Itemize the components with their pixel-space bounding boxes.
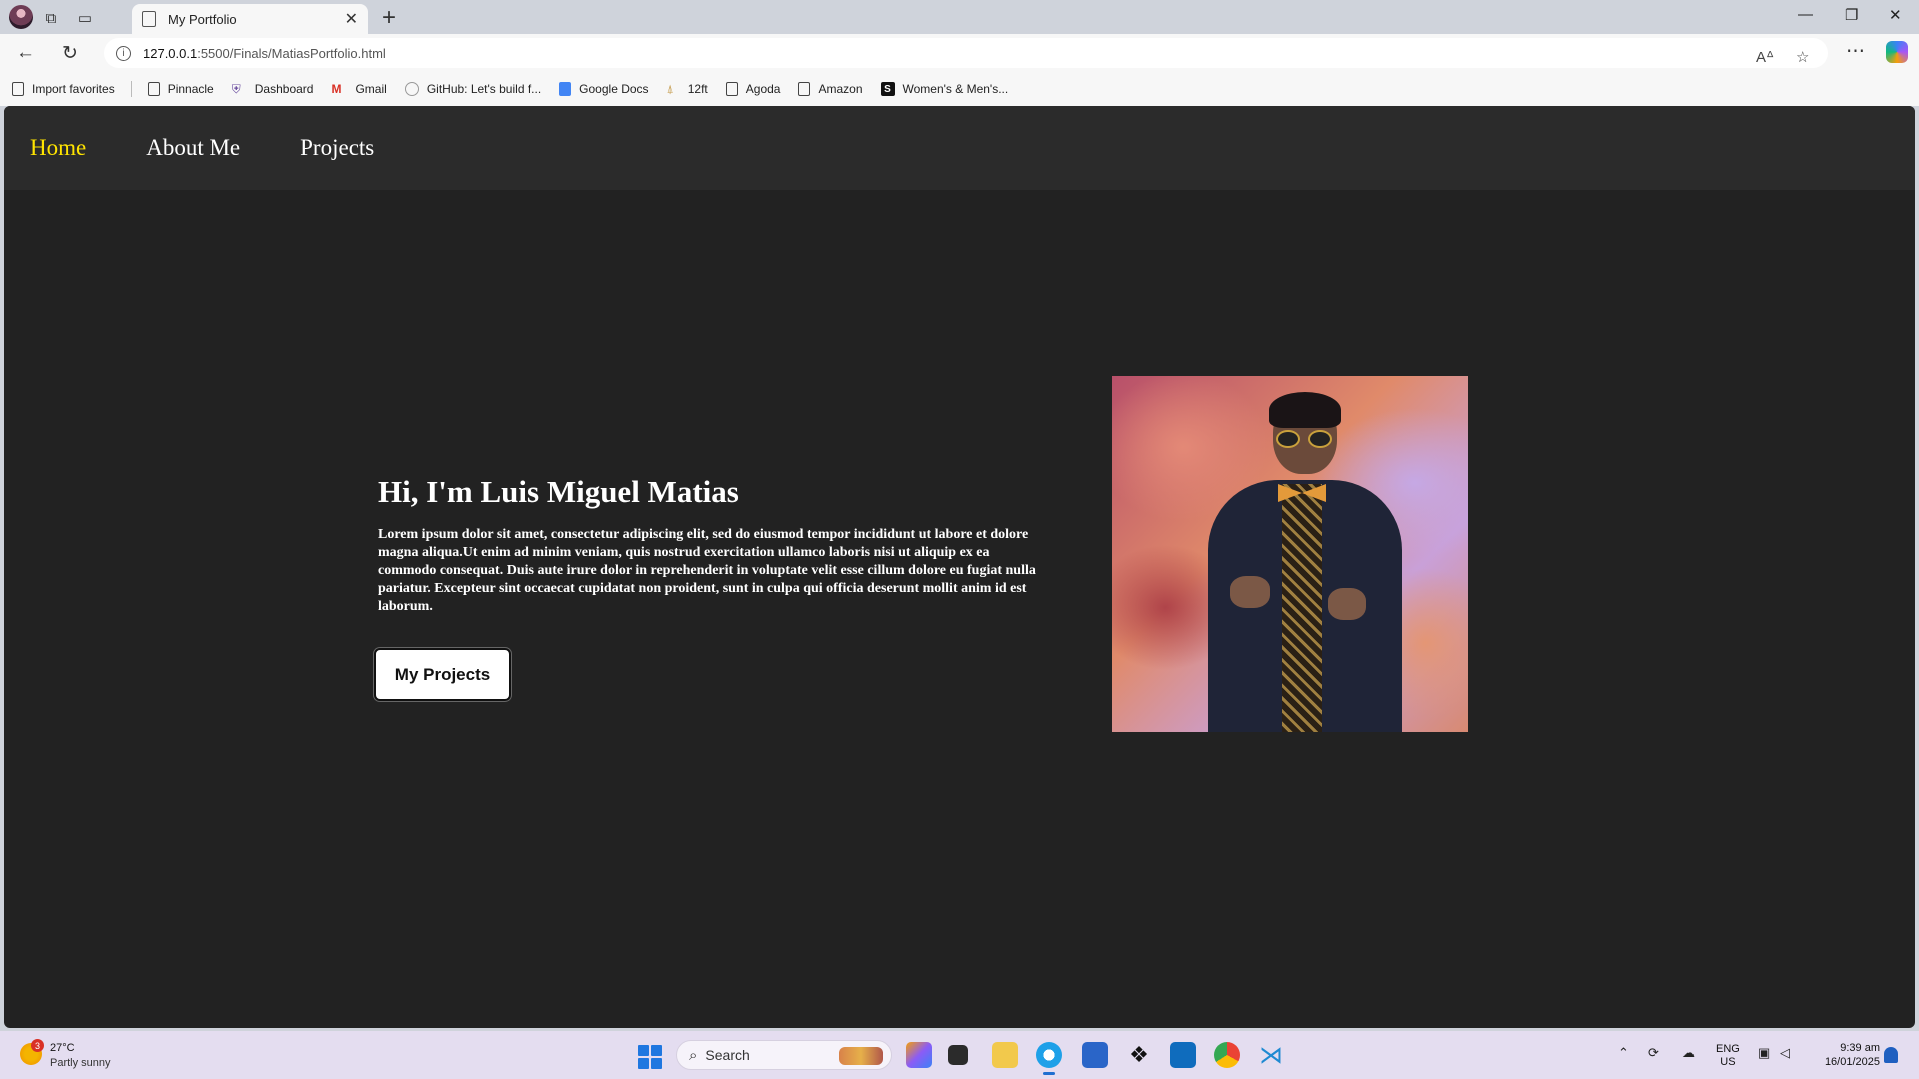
- edge-icon[interactable]: [1036, 1042, 1062, 1075]
- favorite-gmail[interactable]: M Gmail: [331, 82, 386, 96]
- chevron-up-icon[interactable]: ⌃: [1618, 1045, 1629, 1061]
- favorite-label: Amazon: [818, 82, 863, 96]
- page-icon: [798, 82, 811, 96]
- favorite-import[interactable]: Import favorites: [12, 82, 115, 96]
- taskbar: 3 27°C Partly sunny ⌕ Search ❖ ⋊ ⌃ ⟳ ☁ E…: [0, 1031, 1919, 1079]
- shein-icon: S: [880, 82, 895, 96]
- shield-icon: ⛨: [231, 81, 241, 96]
- region-code: US: [1720, 1056, 1736, 1068]
- notification-badge: 3: [31, 1039, 44, 1052]
- photo-hand: [1230, 576, 1270, 608]
- divider: [130, 81, 132, 97]
- page-icon: [147, 82, 160, 96]
- google-docs-icon: [559, 82, 572, 96]
- profile-photo: [1112, 376, 1468, 732]
- page-icon: [725, 82, 738, 96]
- back-button[interactable]: ←: [16, 42, 35, 64]
- nav-link-about[interactable]: About Me: [146, 135, 240, 161]
- gmail-icon: M: [331, 82, 342, 96]
- copilot-app-icon[interactable]: [906, 1042, 932, 1068]
- search-placeholder: Search: [705, 1047, 750, 1063]
- more-options-icon[interactable]: ⋯: [1846, 40, 1865, 63]
- vertical-tabs-icon[interactable]: ▭: [74, 7, 96, 29]
- taskbar-search[interactable]: ⌕ Search: [676, 1040, 892, 1070]
- favorite-github[interactable]: GitHub: Let's build f...: [404, 82, 542, 96]
- weather-description: Partly sunny: [50, 1057, 111, 1069]
- photo-sunglasses: [1276, 430, 1334, 448]
- clock-time: 9:39 am: [1840, 1042, 1880, 1054]
- clock-date: 16/01/2025: [1824, 1056, 1880, 1068]
- ladder-icon: ⍋: [666, 81, 674, 96]
- favorite-label: GitHub: Let's build f...: [426, 82, 542, 96]
- my-projects-button[interactable]: My Projects: [374, 648, 511, 701]
- terminal-icon[interactable]: [948, 1045, 968, 1065]
- page-icon: [142, 11, 156, 27]
- github-icon: [404, 82, 419, 96]
- workspaces-icon[interactable]: ⧉: [40, 7, 62, 29]
- close-icon[interactable]: ✕: [345, 9, 358, 29]
- vscode-icon[interactable]: ⋊: [1258, 1042, 1284, 1069]
- language-indicator[interactable]: ENG US: [1716, 1043, 1740, 1069]
- url-field[interactable]: i 127.0.0.1:5500/Finals/MatiasPortfolio.…: [104, 38, 1828, 68]
- close-window-button[interactable]: ✕: [1889, 6, 1902, 24]
- favorites-bar: Import favorites Pinnacle ⛨ Dashboard M Gm…: [0, 72, 1919, 106]
- favorite-label: Import favorites: [32, 82, 115, 96]
- language-code: ENG: [1716, 1043, 1740, 1055]
- dropbox-icon[interactable]: ❖: [1126, 1042, 1152, 1068]
- network-icon[interactable]: ▣: [1758, 1045, 1770, 1061]
- tab-my-portfolio[interactable]: My Portfolio ✕: [132, 4, 368, 34]
- favorite-label: Dashboard: [254, 82, 314, 96]
- page-viewport: Home About Me Projects Hi, I'm Luis Migu…: [4, 106, 1915, 1028]
- search-highlight-art: [839, 1047, 883, 1065]
- favorite-dashboard[interactable]: ⛨ Dashboard: [232, 82, 314, 97]
- photo-shirt: [1282, 484, 1322, 732]
- copilot-icon[interactable]: [1886, 41, 1908, 63]
- favorite-amazon[interactable]: Amazon: [798, 82, 863, 96]
- favorite-label: Agoda: [745, 82, 781, 96]
- import-icon: [12, 82, 24, 96]
- url-path: :5500/Finals/MatiasPortfolio.html: [197, 45, 386, 61]
- nav-link-home[interactable]: Home: [30, 135, 86, 161]
- favorite-label: Pinnacle: [167, 82, 214, 96]
- microsoft-store-icon[interactable]: [1082, 1042, 1108, 1068]
- favorite-pinnacle[interactable]: Pinnacle: [147, 82, 214, 96]
- chrome-icon[interactable]: [1214, 1042, 1240, 1068]
- profile-avatar[interactable]: [9, 5, 33, 29]
- favorite-label: 12ft: [687, 82, 708, 96]
- favorite-12ft[interactable]: ⍋ 12ft: [667, 82, 708, 97]
- favorite-label: Women's & Men's...: [902, 82, 1009, 96]
- cloud-offline-icon[interactable]: ☁: [1682, 1045, 1695, 1061]
- sync-icon[interactable]: ⟳: [1648, 1045, 1659, 1061]
- hero-title: Hi, I'm Luis Miguel Matias: [378, 474, 739, 509]
- outlook-icon[interactable]: [1170, 1042, 1196, 1068]
- tab-title: My Portfolio: [168, 11, 237, 27]
- photo-hand: [1328, 588, 1366, 620]
- refresh-button[interactable]: ↻: [62, 42, 78, 65]
- favorite-label: Gmail: [355, 82, 387, 96]
- start-button[interactable]: [638, 1045, 662, 1069]
- nav-link-projects[interactable]: Projects: [300, 135, 374, 161]
- browser-tab-bar: ⧉ ▭ My Portfolio ✕ + — ❐ ✕: [0, 0, 1919, 34]
- volume-icon[interactable]: ◁: [1780, 1045, 1790, 1061]
- minimize-button[interactable]: —: [1798, 6, 1813, 23]
- favorite-label: Google Docs: [579, 82, 649, 96]
- notifications-bell-icon[interactable]: [1884, 1047, 1898, 1063]
- site-navbar: Home About Me Projects: [4, 106, 1915, 190]
- read-aloud-icon[interactable]: Aᐞ: [1756, 48, 1774, 66]
- restore-button[interactable]: ❐: [1845, 6, 1858, 24]
- favorite-google-docs[interactable]: Google Docs: [559, 82, 649, 96]
- favorite-star-icon[interactable]: ☆: [1796, 48, 1809, 66]
- file-explorer-icon[interactable]: [992, 1042, 1018, 1068]
- weather-temperature: 27°C: [50, 1042, 75, 1054]
- search-icon: ⌕: [689, 1046, 698, 1064]
- address-bar-row: ← ↻ i 127.0.0.1:5500/Finals/MatiasPortfo…: [0, 34, 1919, 72]
- photo-hair: [1269, 392, 1341, 428]
- hero-description: Lorem ipsum dolor sit amet, consectetur …: [378, 527, 1036, 614]
- site-info-icon[interactable]: i: [116, 45, 131, 61]
- url-host: 127.0.0.1: [143, 45, 198, 61]
- favorite-agoda[interactable]: Agoda: [725, 82, 781, 96]
- system-clock[interactable]: 9:39 am 16/01/2025: [1812, 1041, 1880, 1069]
- favorite-shein[interactable]: S Women's & Men's...: [880, 82, 1009, 96]
- new-tab-button[interactable]: +: [382, 4, 396, 32]
